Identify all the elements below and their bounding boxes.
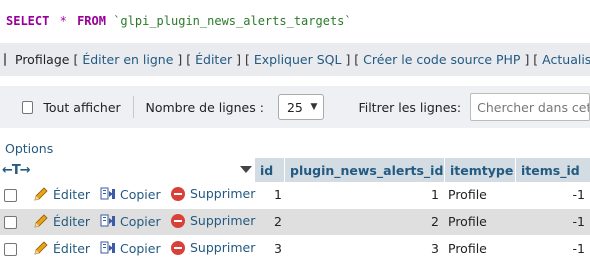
cell-id: 3 <box>274 241 282 256</box>
cell-alert-id: 3 <box>431 241 439 256</box>
copy-icon <box>100 241 115 254</box>
profiling-bar: Profilage [ Éditer en ligne ] [ Éditer ]… <box>0 43 590 76</box>
copy-row-button[interactable]: Copier <box>100 240 161 256</box>
rows-count-label: Nombre de lignes : <box>145 99 264 115</box>
create-php-link[interactable]: Créer le code source PHP <box>363 52 520 67</box>
divider <box>132 96 134 118</box>
edit-row-button[interactable]: Éditer <box>33 186 90 202</box>
pencil-icon <box>34 241 48 255</box>
table-row: Éditer Copier Supprimer 2 2 Profile -1 <box>0 209 590 235</box>
row-checkbox[interactable] <box>4 216 17 229</box>
explain-sql-link[interactable]: Expliquer SQL <box>254 52 342 67</box>
filter-rows-label: Filtrer les lignes: <box>358 99 462 115</box>
sql-star: * <box>59 14 67 28</box>
show-all-checkbox[interactable] <box>22 100 34 114</box>
column-resize-arrows-icon[interactable]: ←T→ <box>2 163 31 178</box>
table-row: Éditer Copier Supprimer 1 1 Profile -1 <box>0 182 590 208</box>
sql-query: SELECT * FROM `glpi_plugin_news_alerts_t… <box>0 0 590 42</box>
cell-itemtype: Profile <box>448 187 487 202</box>
sql-select-keyword: SELECT <box>6 14 50 28</box>
delete-icon <box>171 240 185 255</box>
cell-itemtype: Profile <box>448 214 487 229</box>
cell-id: 1 <box>274 187 282 202</box>
copy-icon <box>100 214 115 227</box>
sql-from-keyword: FROM <box>77 14 106 28</box>
cell-alert-id: 2 <box>431 214 439 229</box>
refresh-link[interactable]: Actualiser <box>542 52 590 67</box>
filter-rows-input[interactable]: Chercher dans cette table <box>470 93 590 121</box>
delete-icon <box>171 186 185 201</box>
profiling-label: Profilage <box>15 52 70 67</box>
table-row: Éditer Copier Supprimer 3 3 Profile -1 <box>0 236 590 262</box>
row-checkbox[interactable] <box>4 243 17 256</box>
show-all-label: Tout afficher <box>43 99 121 115</box>
cell-items-id: -1 <box>572 187 585 202</box>
edit-row-button[interactable]: Éditer <box>33 213 90 229</box>
navigation-bar: Tout afficher Nombre de lignes : 25 ▼ Fi… <box>0 86 590 128</box>
options-link[interactable]: Options <box>5 141 53 156</box>
edit-row-button[interactable]: Éditer <box>33 240 90 256</box>
sql-table-name: `glpi_plugin_news_alerts_targets` <box>113 14 352 28</box>
pencil-icon <box>34 214 48 228</box>
cell-itemtype: Profile <box>448 241 487 256</box>
copy-row-button[interactable]: Copier <box>100 186 161 202</box>
column-header-itemtype[interactable]: itemtype <box>445 158 515 182</box>
delete-row-button[interactable]: Supprimer <box>171 240 255 255</box>
copy-row-button[interactable]: Copier <box>100 213 161 229</box>
row-checkbox[interactable] <box>4 189 17 202</box>
edit-inline-link[interactable]: Éditer en ligne <box>82 52 173 67</box>
column-header-id[interactable]: id <box>255 158 284 182</box>
delete-row-button[interactable]: Supprimer <box>171 186 255 201</box>
column-header-alert-id[interactable]: plugin_news_alerts_id <box>285 158 444 182</box>
edit-query-link[interactable]: Éditer <box>195 52 232 67</box>
profiling-checkbox[interactable] <box>4 53 6 66</box>
pencil-icon <box>34 187 48 201</box>
delete-row-button[interactable]: Supprimer <box>171 213 255 228</box>
cell-alert-id: 1 <box>431 187 439 202</box>
cell-items-id: -1 <box>572 214 585 229</box>
column-header-items-id[interactable]: items_id <box>516 158 590 182</box>
chevron-down-icon: ▼ <box>310 102 318 112</box>
rows-count-value: 25 <box>286 99 303 115</box>
cell-items-id: -1 <box>572 241 585 256</box>
delete-icon <box>171 213 185 228</box>
sort-down-icon[interactable] <box>240 166 252 173</box>
copy-icon <box>100 187 115 200</box>
cell-id: 2 <box>274 214 282 229</box>
rows-count-select[interactable]: 25 ▼ <box>277 94 325 120</box>
